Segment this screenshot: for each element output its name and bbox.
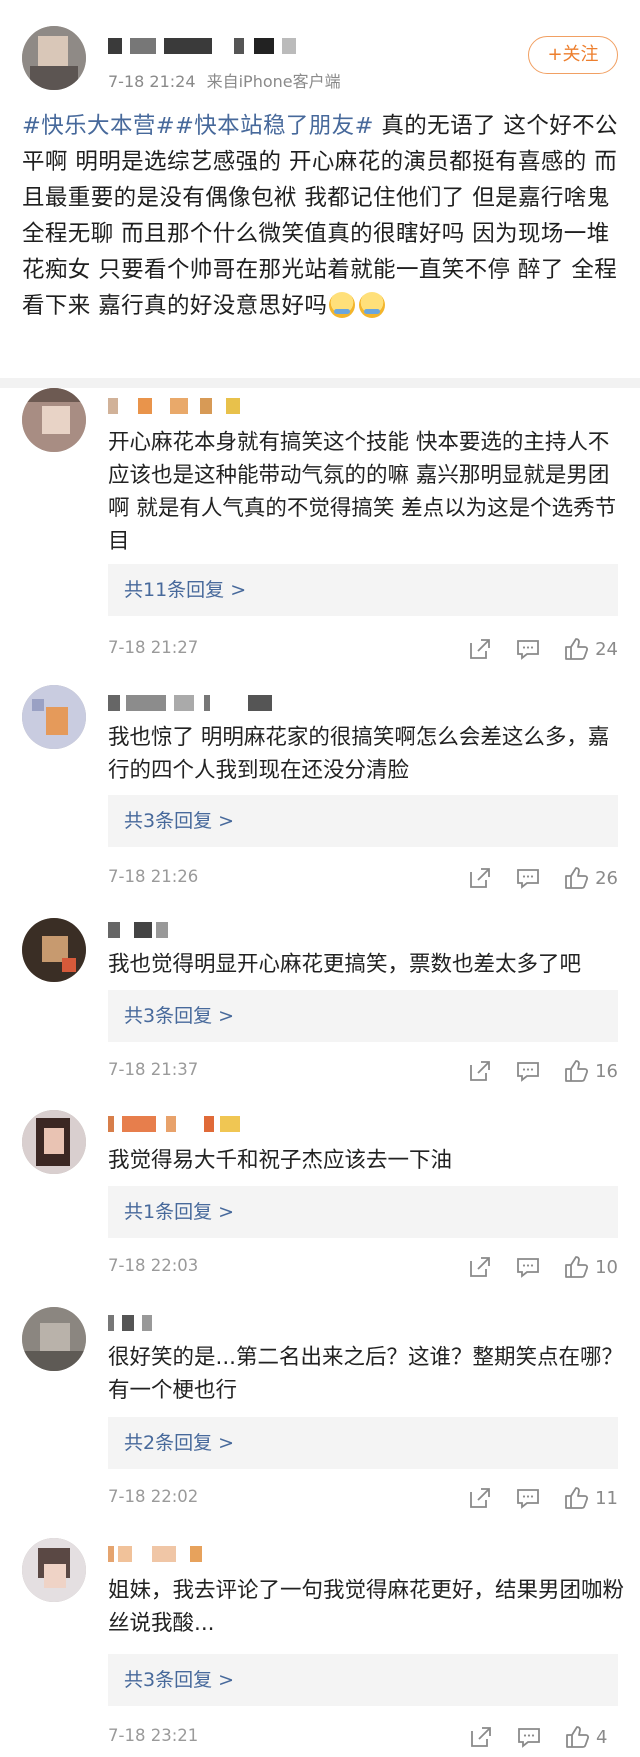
view-replies-link[interactable]: 共3条回复 > — [108, 1654, 618, 1706]
replies-count: 共3条回复 > — [124, 1669, 235, 1691]
like-count: 10 — [595, 1256, 618, 1278]
comment-text: 我也觉得明显开心麻花更搞笑，票数也差太多了吧 — [108, 952, 582, 977]
shrug-emoji-icon — [359, 292, 386, 318]
comment-footer: 7-18 22:03 10 — [108, 1252, 618, 1282]
commenter-name-masked[interactable] — [108, 1116, 248, 1132]
view-replies-link[interactable]: 共2条回复 > — [108, 1417, 618, 1469]
topic-link-kuaiben[interactable]: #快本站稳了朋友# — [175, 113, 374, 139]
shrug-emoji-icon — [329, 292, 356, 318]
share-icon[interactable] — [467, 1058, 493, 1084]
post-meta: 7-18 21:24 来自iPhone客户端 — [108, 68, 347, 92]
replies-count: 共1条回复 > — [124, 1201, 235, 1223]
commenter-name-masked[interactable] — [108, 398, 248, 414]
comment-footer: 7-18 21:26 26 — [108, 863, 618, 893]
commenter-name-masked[interactable] — [108, 695, 288, 711]
comment-icon[interactable] — [515, 865, 541, 891]
comment-time: 7-18 23:21 — [108, 1726, 199, 1745]
commenter-avatar[interactable] — [22, 388, 86, 452]
comment-icon[interactable] — [515, 1058, 541, 1084]
comment-actions: 26 — [445, 863, 618, 893]
comment-text: 我也惊了 明明麻花家的很搞笑啊怎么会差这么多，嘉行的四个人我到现在还没分清脸 — [108, 725, 610, 783]
comment-actions: 11 — [445, 1483, 618, 1513]
comment-footer: 7-18 23:21 4 — [108, 1722, 618, 1752]
comment-footer: 7-18 22:02 11 — [108, 1483, 618, 1513]
replies-count: 共11条回复 > — [124, 579, 247, 601]
like-count: 11 — [595, 1487, 618, 1509]
poster-avatar[interactable] — [22, 26, 86, 90]
section-divider — [0, 378, 640, 388]
share-icon[interactable] — [467, 865, 493, 891]
commenter-avatar[interactable] — [22, 918, 86, 982]
weibo-post: 7-18 21:24 来自iPhone客户端 +关注 #快乐大本营##快本站稳了… — [0, 0, 640, 385]
commenter-avatar[interactable] — [22, 685, 86, 749]
comment-actions: 16 — [445, 1056, 618, 1086]
view-replies-link[interactable]: 共1条回复 > — [108, 1186, 618, 1238]
comment-icon[interactable] — [515, 1254, 541, 1280]
like-count: 26 — [595, 867, 618, 889]
like-count: 4 — [596, 1726, 608, 1748]
comment-time: 7-18 21:27 — [108, 638, 199, 657]
comment-footer: 7-18 21:37 16 — [108, 1056, 618, 1086]
like-count: 16 — [595, 1060, 618, 1082]
comment-text: 开心麻花本身就有搞笑这个技能 快本要选的主持人不应该也是这种能带动气氛的的嘛 嘉… — [108, 430, 617, 554]
comment-text: 很好笑的是...第二名出来之后？这谁？整期笑点在哪？有一个梗也行 — [108, 1345, 624, 1403]
commenter-name-masked[interactable] — [108, 1546, 218, 1562]
comment-icon[interactable] — [516, 1724, 542, 1750]
replies-count: 共2条回复 > — [124, 1432, 235, 1454]
like-icon[interactable] — [563, 865, 589, 891]
poster-name-masked[interactable] — [108, 38, 298, 54]
comment-item: 我也觉得明显开心麻花更搞笑，票数也差太多了吧 共3条回复 > 7-18 21:3… — [0, 918, 640, 1088]
post-text: 真的无语了 这个好不公平啊 明明是选综艺感强的 开心麻花的演员都挺有喜感的 而且… — [22, 113, 618, 319]
commenter-name-masked[interactable] — [108, 1315, 168, 1331]
comment-time: 7-18 22:03 — [108, 1256, 199, 1275]
comment-item: 我也惊了 明明麻花家的很搞笑啊怎么会差这么多，嘉行的四个人我到现在还没分清脸 共… — [0, 685, 640, 889]
comment-item: 我觉得易大千和祝子杰应该去一下油 共1条回复 > 7-18 22:03 10 — [0, 1110, 640, 1282]
follow-button[interactable]: +关注 — [528, 36, 618, 74]
post-body: #快乐大本营##快本站稳了朋友# 真的无语了 这个好不公平啊 明明是选综艺感强的… — [22, 108, 626, 324]
commenter-avatar[interactable] — [22, 1307, 86, 1371]
comment-time: 7-18 21:37 — [108, 1060, 199, 1079]
comment-footer: 7-18 21:27 24 — [108, 634, 618, 664]
like-icon[interactable] — [563, 1485, 589, 1511]
share-icon[interactable] — [467, 1485, 493, 1511]
comment-time: 7-18 22:02 — [108, 1487, 199, 1506]
share-icon[interactable] — [467, 636, 493, 662]
comment-text: 姐妹，我去评论了一句我觉得麻花更好，结果男团咖粉丝说我酸... — [108, 1578, 625, 1636]
view-replies-link[interactable]: 共11条回复 > — [108, 564, 618, 616]
comment-item: 开心麻花本身就有搞笑这个技能 快本要选的主持人不应该也是这种能带动气氛的的嘛 嘉… — [0, 388, 640, 690]
comment-actions: 4 — [446, 1722, 618, 1752]
post-time: 7-18 21:24 — [108, 72, 196, 91]
share-icon[interactable] — [467, 1254, 493, 1280]
comment-item: 很好笑的是...第二名出来之后？这谁？整期笑点在哪？有一个梗也行 共2条回复 >… — [0, 1307, 640, 1512]
commenter-avatar[interactable] — [22, 1538, 86, 1602]
like-icon[interactable] — [563, 1058, 589, 1084]
like-count: 24 — [595, 638, 618, 660]
comment-icon[interactable] — [515, 636, 541, 662]
like-icon[interactable] — [564, 1724, 590, 1750]
comment-actions: 24 — [445, 634, 618, 664]
replies-count: 共3条回复 > — [124, 810, 235, 832]
share-icon[interactable] — [468, 1724, 494, 1750]
comment-actions: 10 — [445, 1252, 618, 1282]
like-icon[interactable] — [563, 636, 589, 662]
comment-item: 姐妹，我去评论了一句我觉得麻花更好，结果男团咖粉丝说我酸... 共3条回复 > … — [0, 1538, 640, 1752]
commenter-name-masked[interactable] — [108, 922, 178, 938]
view-replies-link[interactable]: 共3条回复 > — [108, 795, 618, 847]
comment-time: 7-18 21:26 — [108, 867, 199, 886]
commenter-avatar[interactable] — [22, 1110, 86, 1174]
replies-count: 共3条回复 > — [124, 1005, 235, 1027]
topic-link-happy-camp[interactable]: #快乐大本营# — [22, 113, 175, 139]
post-source: 来自iPhone客户端 — [206, 72, 341, 91]
comment-icon[interactable] — [515, 1485, 541, 1511]
view-replies-link[interactable]: 共3条回复 > — [108, 990, 618, 1042]
like-icon[interactable] — [563, 1254, 589, 1280]
comment-text: 我觉得易大千和祝子杰应该去一下油 — [108, 1148, 453, 1173]
